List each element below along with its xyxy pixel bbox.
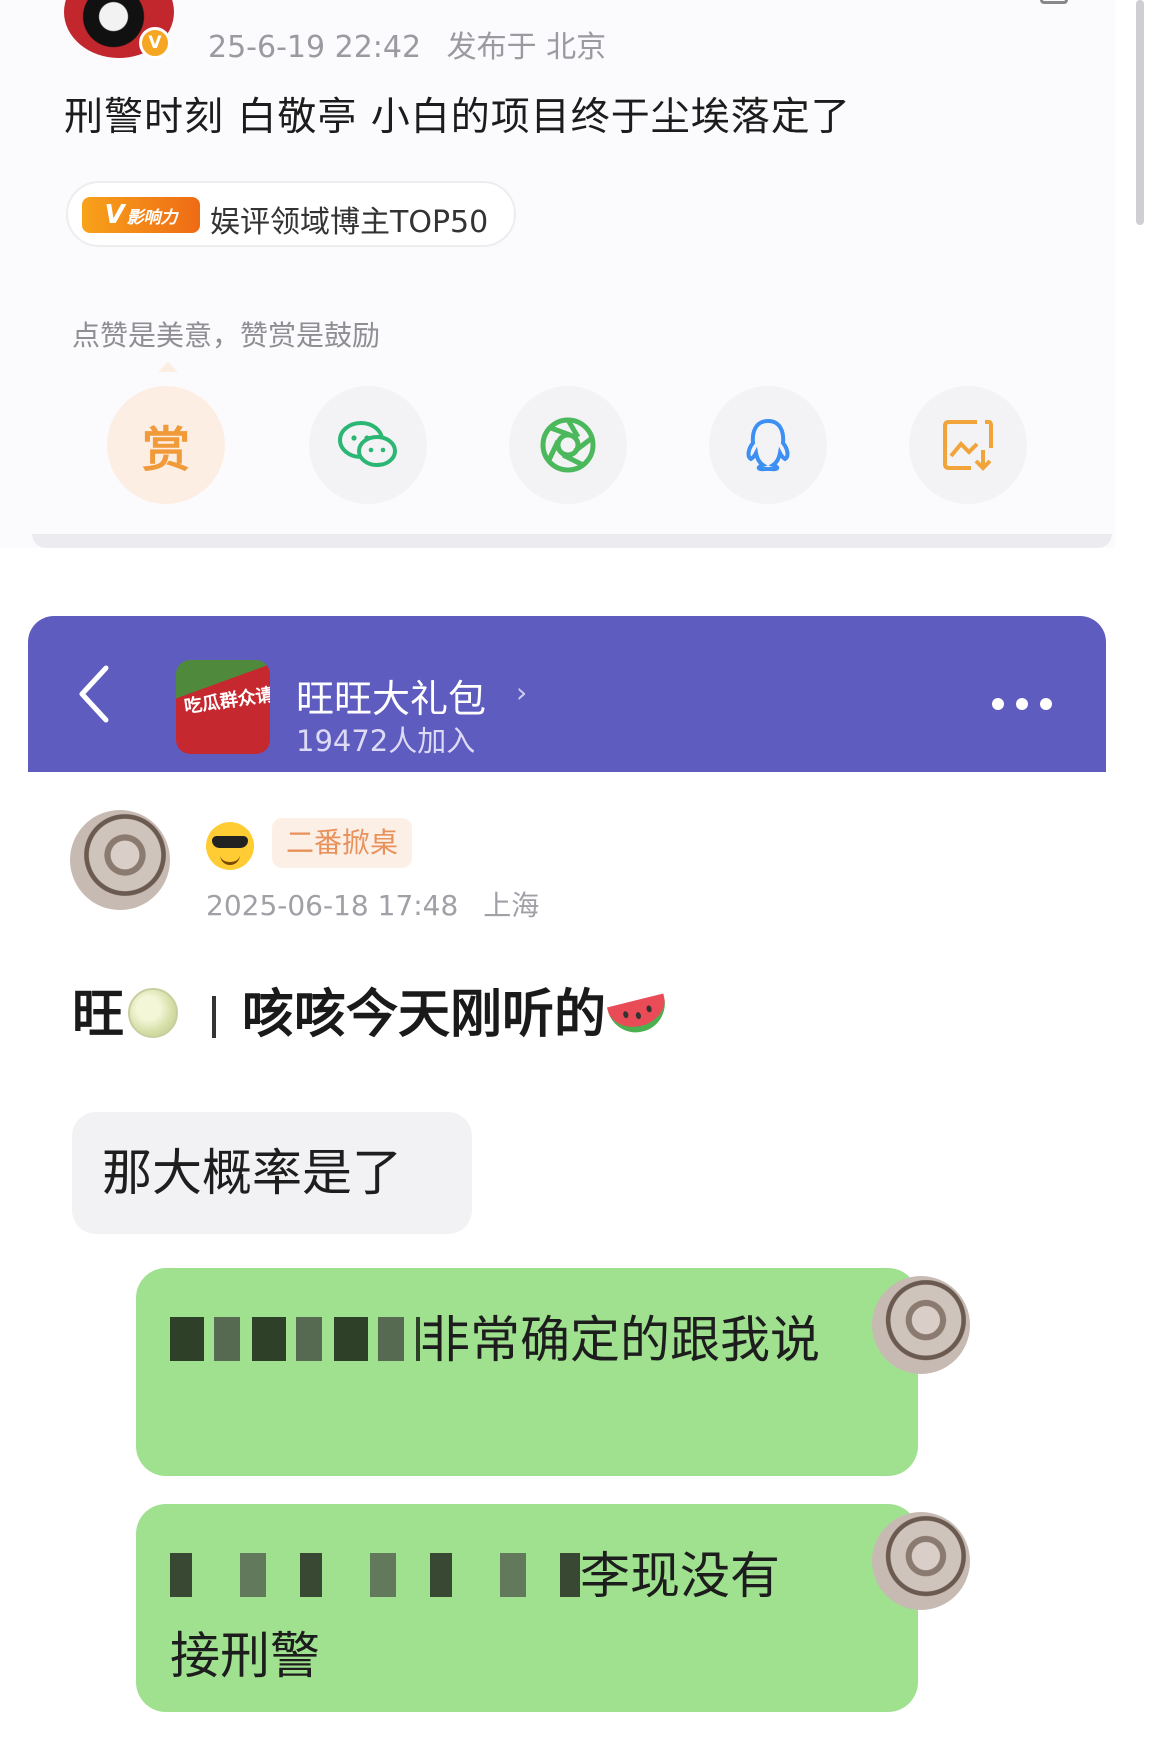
tip-caret bbox=[158, 362, 178, 372]
melon-emoji-icon bbox=[128, 988, 179, 1038]
message-meta: 2025-06-18 17:48 上海 bbox=[206, 884, 539, 924]
chat-body: 二番掀桌 2025-06-18 17:48 上海 旺 咳咳今天刚听的 那大概率是了… bbox=[28, 772, 1106, 1757]
sunglasses-emoji-icon bbox=[206, 822, 254, 870]
influence-badge: V 影响力 bbox=[82, 197, 200, 233]
message-title-a: 旺 bbox=[72, 985, 125, 1045]
post-meta: 25-6-19 22:42 发布于 北京 bbox=[208, 22, 606, 66]
bubble-right-1-text: 非常确定的跟我说 bbox=[420, 1311, 820, 1369]
moments-icon bbox=[540, 417, 596, 473]
back-arrow-icon[interactable] bbox=[76, 664, 110, 724]
chevron-right-icon[interactable]: › bbox=[516, 676, 527, 709]
group-avatar-text: 吃瓜群众请就位 bbox=[182, 679, 270, 718]
share-qq-button[interactable] bbox=[709, 386, 827, 504]
bookmark-icon[interactable] bbox=[1040, 0, 1068, 4]
verified-badge-icon: V bbox=[139, 27, 171, 59]
influence-badge-label: 影响力 bbox=[126, 208, 178, 228]
message-time: 2025-06-18 17:48 bbox=[206, 889, 459, 922]
weibo-post-card: V 25-6-19 22:42 发布于 北京 刑警时刻 白敬亭 小白的项目终于尘… bbox=[0, 0, 1115, 548]
influence-label: 娱评领域博主TOP50 bbox=[210, 205, 489, 240]
watermelon-emoji-icon bbox=[607, 993, 672, 1039]
bubble-right-2-text-b: 接刑警 bbox=[170, 1627, 320, 1685]
message-bubble-left[interactable]: 那大概率是了 bbox=[72, 1112, 472, 1234]
reward-button[interactable]: 赏 bbox=[107, 386, 225, 504]
qq-icon bbox=[746, 418, 790, 472]
card-shadow bbox=[32, 534, 1112, 548]
share-wechat-button[interactable] bbox=[309, 386, 427, 504]
redacted-text-2 bbox=[170, 1553, 580, 1597]
message-bubble-right-1[interactable]: 非常确定的跟我说 bbox=[136, 1268, 918, 1476]
message-title: 旺 咳咳今天刚听的 bbox=[72, 972, 672, 1047]
message-title-b: 咳咳今天刚听的 bbox=[242, 985, 607, 1045]
group-member-count: 19472人加入 bbox=[296, 724, 476, 758]
post-text: 刑警时刻 白敬亭 小白的项目终于尘埃落定了 bbox=[64, 95, 851, 140]
redacted-text-1 bbox=[170, 1317, 420, 1361]
message-bubble-right-2[interactable]: 李现没有 接刑警 bbox=[136, 1504, 918, 1712]
title-divider bbox=[212, 996, 217, 1038]
more-options-icon[interactable] bbox=[992, 698, 1052, 710]
save-image-button[interactable] bbox=[909, 386, 1027, 504]
group-avatar[interactable]: 吃瓜群众请就位 bbox=[176, 660, 270, 754]
message-location: 上海 bbox=[483, 889, 540, 922]
scrollbar[interactable] bbox=[1136, 0, 1144, 225]
post-location: 发布于 北京 bbox=[446, 30, 607, 65]
save-image-icon bbox=[943, 420, 993, 471]
wechat-icon bbox=[338, 421, 397, 467]
group-name[interactable]: 旺旺大礼包 bbox=[296, 668, 486, 723]
post-timestamp: 25-6-19 22:42 bbox=[208, 30, 422, 65]
sender-title-badge: 二番掀桌 bbox=[272, 818, 413, 868]
bubble-right-2-text-a: 李现没有 bbox=[580, 1547, 780, 1605]
influence-chip[interactable]: V 影响力 娱评领域博主TOP50 bbox=[66, 181, 516, 247]
my-avatar-2[interactable] bbox=[872, 1512, 970, 1610]
reward-tip: 点赞是美意，赞赏是鼓励 bbox=[72, 319, 381, 352]
group-chat-header: 吃瓜群众请就位 旺旺大礼包 › 19472人加入 bbox=[28, 616, 1106, 772]
reward-icon: 赏 bbox=[141, 422, 190, 478]
my-avatar-1[interactable] bbox=[872, 1276, 970, 1374]
share-moments-button[interactable] bbox=[509, 386, 627, 504]
sender-avatar[interactable] bbox=[70, 810, 170, 910]
